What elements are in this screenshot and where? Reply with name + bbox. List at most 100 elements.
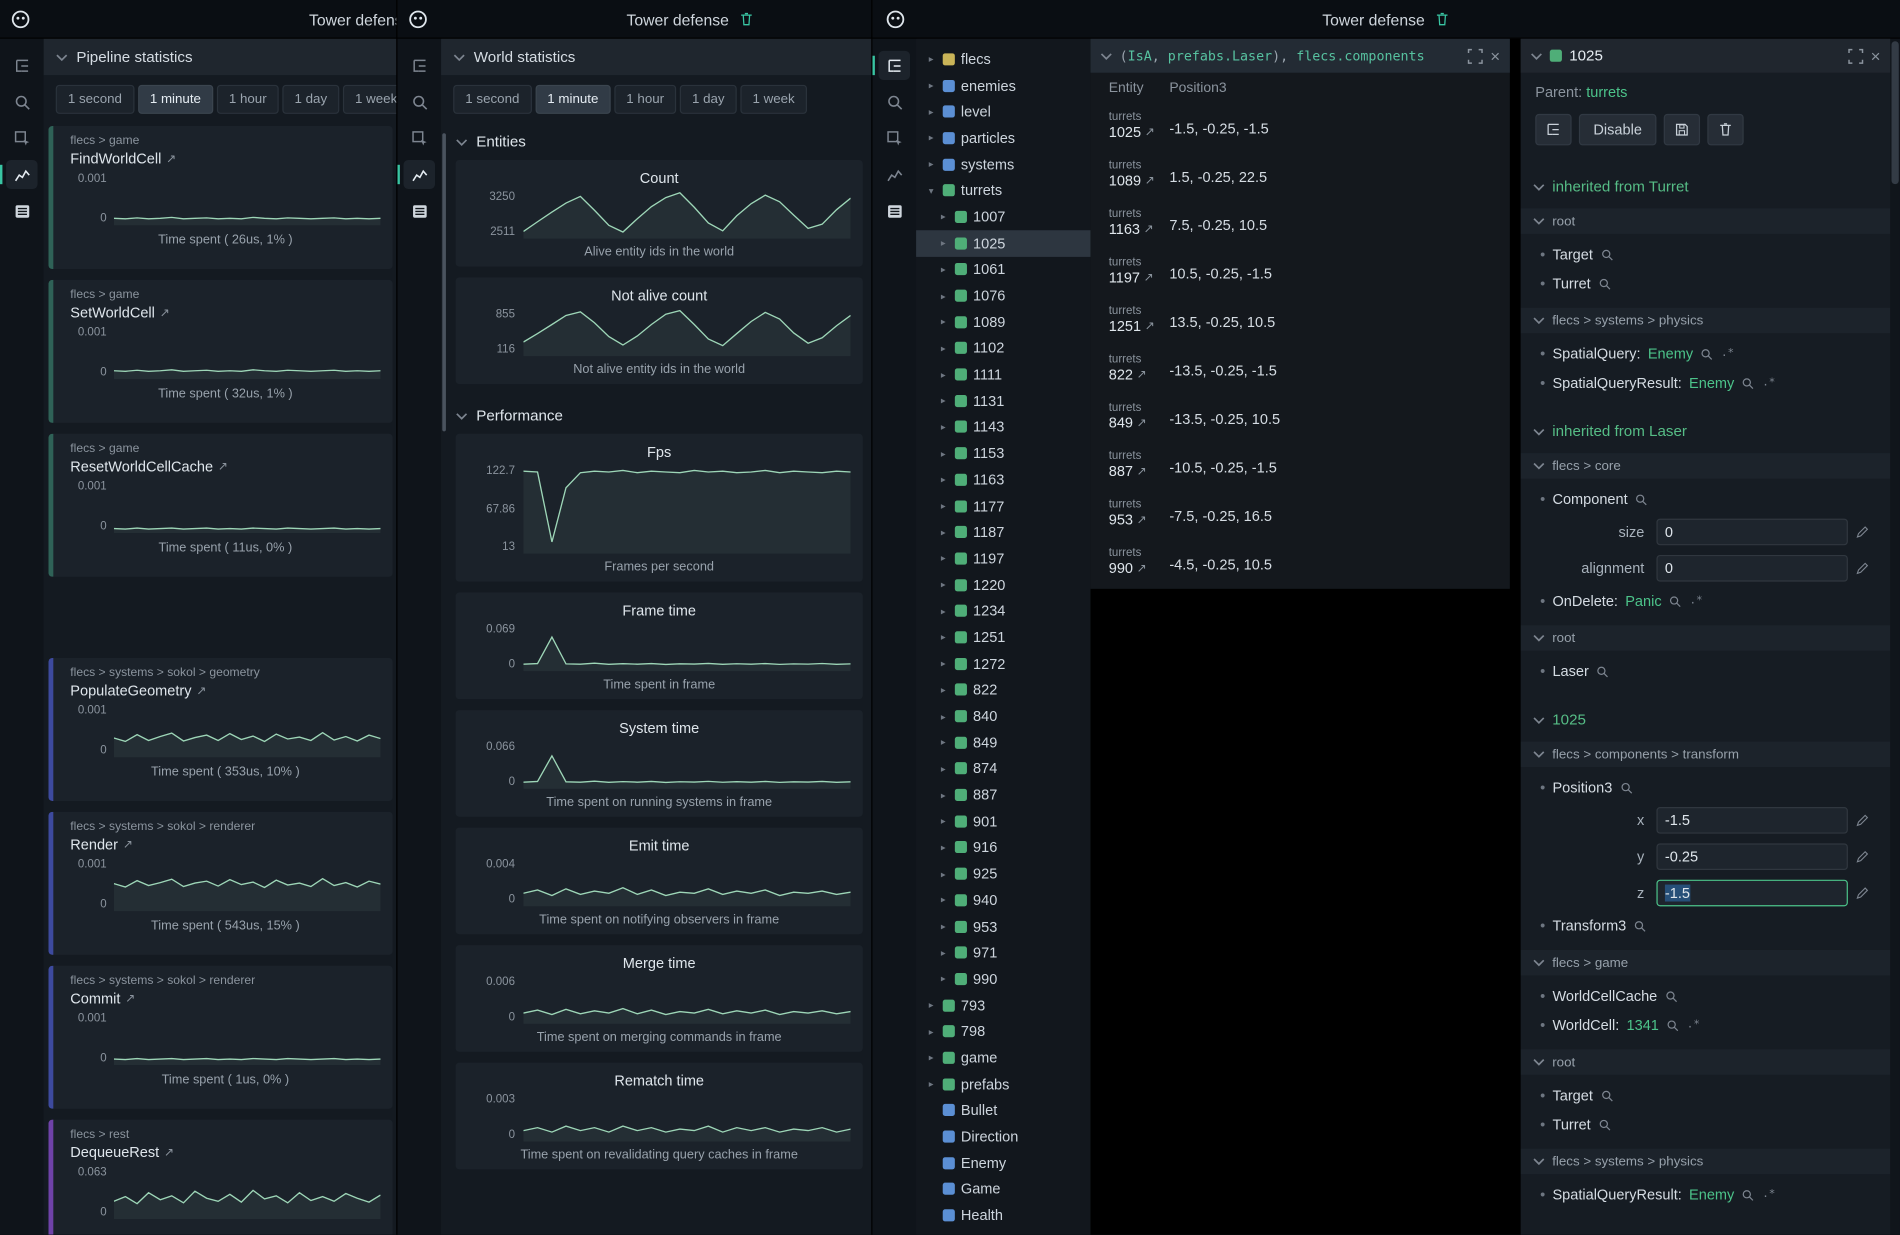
magnifier-icon[interactable] <box>1620 781 1633 794</box>
component-value-link[interactable]: Enemy <box>1689 1186 1734 1203</box>
expand-icon[interactable]: ▸ <box>938 711 949 722</box>
tree-item-1076[interactable]: ▸ 1076 <box>916 283 1090 309</box>
component-row-component[interactable]: • Component <box>1521 485 1891 514</box>
tree-item-1197[interactable]: ▸ 1197 <box>916 545 1090 571</box>
expand-icon[interactable]: ▸ <box>926 159 937 170</box>
system-link[interactable]: ResetWorldCellCache↗ <box>70 458 380 475</box>
expand-panel-icon[interactable] <box>1467 48 1483 64</box>
expand-icon[interactable]: ▸ <box>938 448 949 459</box>
tree-item-health[interactable]: Health <box>916 1202 1090 1228</box>
tree-item-1177[interactable]: ▸ 1177 <box>916 493 1090 519</box>
tree-item-1025[interactable]: ▸ 1025 <box>916 230 1090 256</box>
section-header[interactable]: 1025 <box>1521 708 1891 732</box>
tree-item-flecs[interactable]: ▸ flecs <box>916 46 1090 72</box>
panel-header[interactable]: World statistics <box>441 39 872 75</box>
flecs-logo-icon[interactable] <box>407 8 429 30</box>
tree-item-particles[interactable]: ▸ particles <box>916 125 1090 151</box>
tree-item-793[interactable]: ▸ 793 <box>916 992 1090 1018</box>
expand-icon[interactable]: ▸ <box>938 290 949 301</box>
system-link[interactable]: FindWorldCell↗ <box>70 150 380 167</box>
expand-icon[interactable]: ▸ <box>938 422 949 433</box>
expand-icon[interactable]: ▸ <box>938 211 949 222</box>
row-entity-link[interactable]: 1251↗ <box>1109 317 1170 334</box>
tree-item-887[interactable]: ▸ 887 <box>916 782 1090 808</box>
magnifier-icon[interactable] <box>1742 376 1755 389</box>
tree-item-1007[interactable]: ▸ 1007 <box>916 204 1090 230</box>
component-group-flecs-systems-physics[interactable]: flecs > systems > physics <box>1521 308 1891 333</box>
row-entity-link[interactable]: 849↗ <box>1109 414 1170 431</box>
component-row-spatialqueryresult[interactable]: • SpatialQueryResult: Enemy .* <box>1521 368 1891 397</box>
magnifier-icon[interactable] <box>1665 989 1678 1002</box>
row-entity-link[interactable]: 1163↗ <box>1109 221 1170 238</box>
component-group-root[interactable]: root <box>1521 1049 1891 1074</box>
tree-item-840[interactable]: ▸ 840 <box>916 703 1090 729</box>
tree-item-1061[interactable]: ▸ 1061 <box>916 256 1090 282</box>
expand-icon[interactable]: ▸ <box>938 763 949 774</box>
chevron-down-icon[interactable] <box>1100 51 1112 59</box>
expand-icon[interactable]: ▸ <box>938 474 949 485</box>
search-icon[interactable] <box>404 87 436 116</box>
expression-icon[interactable]: .* <box>1762 377 1775 389</box>
time-range-1-day[interactable]: 1 day <box>282 85 339 114</box>
tree-item-1272[interactable]: ▸ 1272 <box>916 650 1090 676</box>
tree-item-1089[interactable]: ▸ 1089 <box>916 309 1090 335</box>
expression-icon[interactable]: .* <box>1687 1019 1700 1031</box>
magnifier-icon[interactable] <box>1600 248 1613 261</box>
entity-tree-icon[interactable] <box>6 51 38 80</box>
expand-icon[interactable]: ▸ <box>938 500 949 511</box>
component-group-flecs-components-transform[interactable]: flecs > components > transform <box>1521 742 1891 767</box>
tree-item-game[interactable]: ▸ game <box>916 1045 1090 1071</box>
component-row-worldcell[interactable]: • WorldCell: 1341 .* <box>1521 1011 1891 1040</box>
inspect-icon[interactable] <box>879 124 911 153</box>
magnifier-icon[interactable] <box>1666 1018 1679 1031</box>
tree-item-1187[interactable]: ▸ 1187 <box>916 519 1090 545</box>
system-link[interactable]: SetWorldCell↗ <box>70 304 380 321</box>
component-value-link[interactable]: Panic <box>1625 593 1661 610</box>
component-row-worldcellcache[interactable]: • WorldCellCache <box>1521 982 1891 1011</box>
row-entity-link[interactable]: 990↗ <box>1109 560 1170 577</box>
expand-icon[interactable]: ▸ <box>938 895 949 906</box>
magnifier-icon[interactable] <box>1742 1188 1755 1201</box>
magnifier-icon[interactable] <box>1598 277 1611 290</box>
tree-item-level[interactable]: ▸ level <box>916 99 1090 125</box>
time-range-1-week[interactable]: 1 week <box>343 85 398 114</box>
tree-item-822[interactable]: ▸ 822 <box>916 677 1090 703</box>
tree-item-1102[interactable]: ▸ 1102 <box>916 335 1090 361</box>
expand-icon[interactable]: ▸ <box>938 553 949 564</box>
field-y-input[interactable]: -0.25 <box>1656 843 1847 870</box>
tree-item-1220[interactable]: ▸ 1220 <box>916 572 1090 598</box>
delete-world-icon[interactable] <box>1433 11 1450 28</box>
tree-item-1153[interactable]: ▸ 1153 <box>916 440 1090 466</box>
expand-icon[interactable]: ▸ <box>938 684 949 695</box>
tree-item-953[interactable]: ▸ 953 <box>916 913 1090 939</box>
expand-icon[interactable]: ▸ <box>938 317 949 328</box>
parent-link[interactable]: turrets <box>1586 84 1627 101</box>
entity-tree-icon[interactable] <box>879 51 911 80</box>
tree-item-971[interactable]: ▸ 971 <box>916 940 1090 966</box>
tree-item-enemy[interactable]: Enemy <box>916 1150 1090 1176</box>
edit-icon[interactable] <box>1855 525 1868 538</box>
expression-icon[interactable]: .* <box>1721 348 1734 360</box>
data-table-icon[interactable] <box>404 196 436 225</box>
row-entity-link[interactable]: 1025↗ <box>1109 124 1170 141</box>
section-header[interactable]: inherited from Laser <box>1521 419 1891 443</box>
magnifier-icon[interactable] <box>1700 347 1713 360</box>
row-entity-link[interactable]: 1089↗ <box>1109 172 1170 189</box>
expand-icon[interactable]: ▸ <box>938 737 949 748</box>
tree-item-1234[interactable]: ▸ 1234 <box>916 598 1090 624</box>
expand-icon[interactable]: ▸ <box>926 1052 937 1063</box>
component-value-link[interactable]: 1341 <box>1627 1017 1659 1034</box>
system-link[interactable]: PopulateGeometry↗ <box>70 682 380 699</box>
row-entity-link[interactable]: 822↗ <box>1109 366 1170 383</box>
component-row-target[interactable]: • Target <box>1521 240 1891 269</box>
tree-item-849[interactable]: ▸ 849 <box>916 729 1090 755</box>
tree-item-990[interactable]: ▸ 990 <box>916 966 1090 992</box>
magnifier-icon[interactable] <box>1635 493 1648 506</box>
expand-icon[interactable]: ▸ <box>926 106 937 117</box>
magnifier-icon[interactable] <box>1634 919 1647 932</box>
hierarchy-button[interactable] <box>1535 114 1571 146</box>
tree-item-1143[interactable]: ▸ 1143 <box>916 414 1090 440</box>
tree-item-direction[interactable]: Direction <box>916 1124 1090 1150</box>
row-entity-link[interactable]: 953↗ <box>1109 511 1170 528</box>
tree-item-enemies[interactable]: ▸ enemies <box>916 72 1090 98</box>
